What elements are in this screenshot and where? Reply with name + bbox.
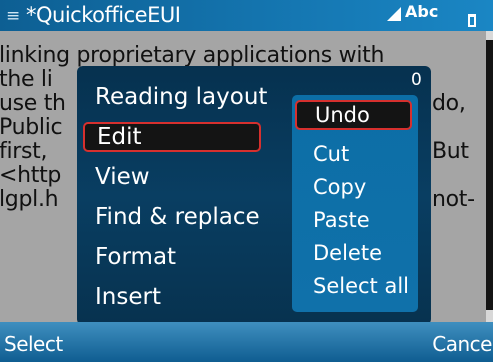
submenu-item-paste[interactable]: Paste <box>313 207 370 233</box>
menu-item-view[interactable]: View <box>95 162 150 192</box>
submenu-item-copy[interactable]: Copy <box>313 174 366 200</box>
menu-item-edit[interactable]: Edit <box>83 122 261 152</box>
submenu-item-undo[interactable]: Undo <box>295 100 412 130</box>
menu-item-reading-layout[interactable]: Reading layout <box>95 82 267 112</box>
document-icon: ≡ <box>6 6 21 26</box>
scrollbar-thumb[interactable] <box>486 40 493 310</box>
menu-item-insert[interactable]: Insert <box>95 282 161 312</box>
menu-flag-indicator: 0 <box>411 70 422 90</box>
submenu-item-cut[interactable]: Cut <box>313 141 349 167</box>
signal-icon <box>387 7 401 21</box>
left-softkey[interactable]: Select <box>4 332 63 356</box>
softkey-bar: Select Cancel <box>0 322 493 362</box>
submenu-item-select-all[interactable]: Select all <box>313 273 409 299</box>
menu-item-find-replace[interactable]: Find & replace <box>95 202 260 232</box>
status-bar: ≡ *QuickofficeEUI Abc <box>0 0 493 31</box>
window-title: *QuickofficeEUI <box>26 3 181 27</box>
battery-icon <box>468 14 476 27</box>
input-mode-indicator: Abc <box>405 2 439 21</box>
edit-submenu: Undo Cut Copy Paste Delete Select all <box>292 95 418 312</box>
menu-item-format[interactable]: Format <box>95 242 176 272</box>
right-softkey[interactable]: Cancel <box>432 332 493 356</box>
submenu-item-delete[interactable]: Delete <box>313 240 382 266</box>
